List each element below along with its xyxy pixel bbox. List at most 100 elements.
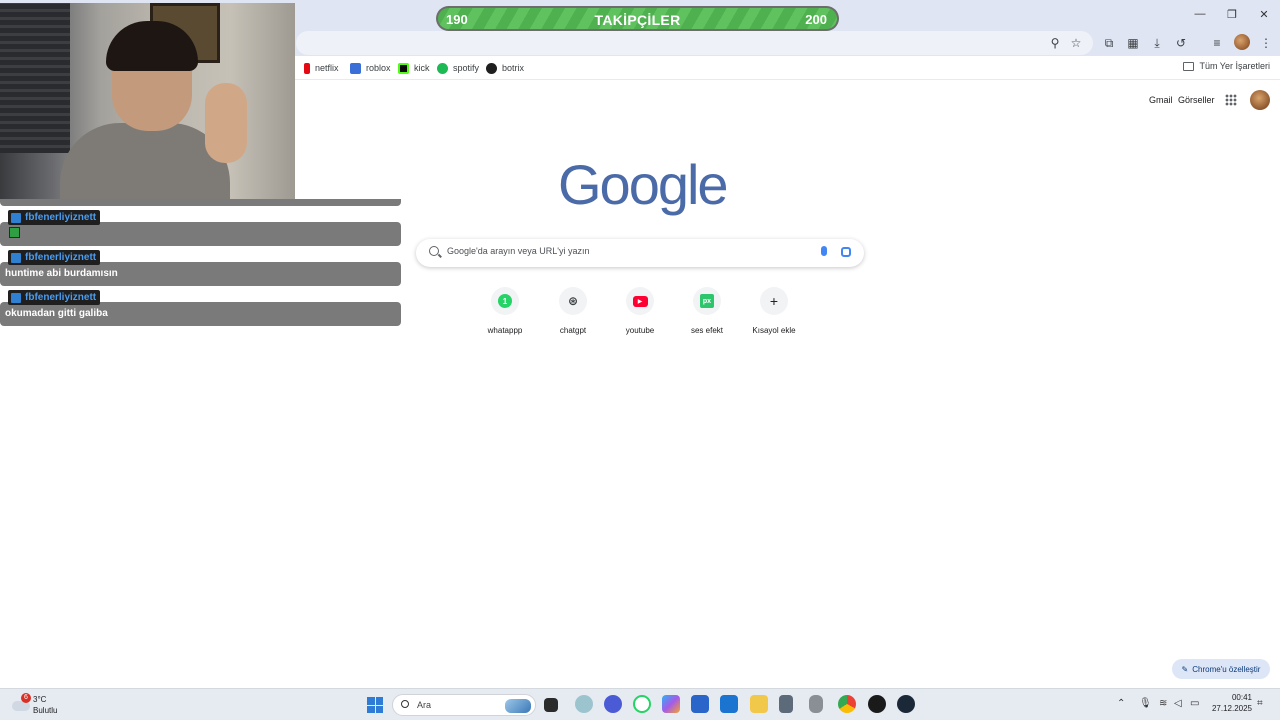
chat-message-text: huntime abi burdamısın	[5, 268, 118, 279]
bookmark-kick[interactable]: kick	[398, 61, 430, 75]
taskbar-search-placeholder: Ara	[417, 700, 432, 710]
gmail-link[interactable]: Gmail	[1149, 95, 1173, 105]
chrome-app-icon[interactable]	[838, 695, 856, 713]
chat-username-tag: fbfenerliyiznett	[8, 210, 101, 225]
images-link[interactable]: Görseller	[1178, 95, 1215, 105]
search-input[interactable]	[447, 246, 807, 256]
notification-badge: 6	[21, 693, 31, 703]
clock-date[interactable]: 27.12.2025	[1205, 704, 1252, 713]
shortcut-tile: 1	[491, 287, 519, 315]
settings-app-icon[interactable]	[575, 695, 593, 713]
zoom-icon[interactable]: ⚲	[1046, 34, 1064, 52]
steam-app-icon[interactable]	[897, 695, 915, 713]
kick-badge-icon	[11, 292, 21, 303]
chevron-up-icon[interactable]: ⌃	[1117, 698, 1125, 709]
customize-chrome-button[interactable]: ✎ Chrome'u özelleştir	[1172, 659, 1270, 679]
file-explorer-icon[interactable]	[750, 695, 768, 713]
search-highlight-image	[505, 699, 531, 713]
bookmark-star-icon[interactable]: ☆	[1067, 34, 1085, 52]
voice-search-icon[interactable]	[821, 246, 827, 256]
account-avatar[interactable]	[1250, 90, 1270, 110]
add-shortcut-button[interactable]: + Kısayol ekle	[741, 287, 807, 339]
copilot-app-icon[interactable]	[662, 695, 680, 713]
photos-app-icon[interactable]	[720, 695, 738, 713]
address-bar[interactable]	[296, 31, 1093, 55]
bookmark-label: roblox	[366, 63, 391, 73]
download-icon[interactable]: ⤓	[1148, 34, 1166, 52]
chat-message-bg: huntime abi burdamısın	[0, 262, 401, 286]
folder-icon	[1183, 61, 1195, 71]
mouse-app-icon[interactable]	[809, 695, 823, 713]
taskbar-search[interactable]: Ara	[392, 694, 536, 716]
chat-username: fbfenerliyiznett	[25, 292, 97, 303]
google-lens-icon[interactable]	[841, 247, 851, 257]
minimize-button[interactable]: —	[1184, 0, 1216, 28]
taskbar: 6 3°C Bulutlu Ara ⌃ 🎙︎ ≋ ◁ ▭ 00:41 27.12…	[0, 688, 1280, 720]
shortcut-label: youtube	[625, 326, 655, 335]
google-apps-icon[interactable]	[1225, 94, 1237, 106]
history-icon[interactable]: ↺	[1172, 34, 1190, 52]
restore-button[interactable]: ❐	[1216, 0, 1248, 28]
all-bookmarks-label: Tüm Yer İşaretleri	[1199, 61, 1270, 71]
youtube-icon: ▶	[632, 295, 648, 307]
window-blinds	[0, 3, 70, 153]
goal-end-value: 200	[805, 12, 827, 27]
microphone-icon[interactable]: 🎙︎	[1139, 698, 1152, 709]
wifi-icon[interactable]: ≋	[1159, 698, 1167, 709]
chat-username-tag: fbfenerliyiznett	[8, 290, 101, 305]
chat-username: fbfenerliyiznett	[25, 252, 97, 263]
add-icon: +	[769, 293, 779, 309]
spotify-icon	[437, 62, 448, 74]
weather-condition: Bulutlu	[33, 706, 58, 715]
start-button[interactable]	[367, 697, 383, 713]
chat-username-tag: fbfenerliyiznett	[8, 250, 101, 265]
task-view-icon[interactable]	[544, 698, 558, 712]
weather-widget[interactable]: 6 3°C Bulutlu	[12, 693, 72, 717]
bookmark-netflix[interactable]: netflix	[304, 61, 339, 75]
extensions-icon[interactable]: ▦	[1124, 34, 1142, 52]
menu-icon[interactable]: ⋮	[1257, 34, 1275, 52]
all-bookmarks-button[interactable]: Tüm Yer İşaretleri	[1183, 61, 1270, 71]
shortcut-tile: px	[693, 287, 721, 315]
shortcut-tile: ⊛	[559, 287, 587, 315]
bookmark-label: spotify	[453, 63, 480, 73]
discord-app-icon[interactable]	[604, 695, 622, 713]
shortcut-label: whatappp	[487, 326, 523, 335]
botrix-icon	[486, 62, 497, 74]
bookmark-botrix[interactable]: botrix	[486, 61, 524, 75]
shortcut-youtube[interactable]: ▶ youtube	[607, 287, 673, 339]
reading-list-icon[interactable]: ≡	[1208, 34, 1226, 52]
search-box[interactable]	[416, 239, 864, 267]
shortcut-whatsapp[interactable]: 1 whatappp	[472, 287, 538, 339]
calculator-app-icon[interactable]	[779, 695, 793, 713]
search-icon	[401, 700, 409, 708]
bookmark-label: netflix	[315, 63, 339, 73]
shortcut-ses-efekt[interactable]: px ses efekt	[674, 287, 740, 339]
volume-icon[interactable]: ◁	[1174, 698, 1182, 709]
kick-badge-icon	[11, 212, 21, 223]
goal-title: TAKİPÇİLER	[594, 12, 681, 28]
google-logo: Google	[558, 153, 729, 216]
goal-progress-fill: 190 TAKİPÇİLER 200	[438, 8, 837, 29]
notification-icon[interactable]: ⌗	[1257, 698, 1263, 709]
streamer-hand	[205, 83, 247, 163]
whatsapp-app-icon[interactable]	[633, 695, 651, 713]
clock-time[interactable]: 00:41	[1222, 693, 1252, 702]
close-button[interactable]: ✕	[1248, 0, 1280, 28]
kick-badge-icon	[11, 252, 21, 263]
shortcut-label: ses efekt	[690, 326, 723, 335]
store-app-icon[interactable]	[691, 695, 709, 713]
translate-icon[interactable]: ⧉	[1100, 34, 1118, 52]
shortcut-chatgpt[interactable]: ⊛ chatgpt	[540, 287, 606, 339]
chat-message-bg	[0, 199, 401, 206]
obs-app-icon[interactable]	[868, 695, 886, 713]
chat-username: fbfenerliyiznett	[25, 212, 97, 223]
bookmark-roblox[interactable]: roblox	[350, 61, 391, 75]
roblox-icon	[350, 62, 361, 74]
bookmark-label: botrix	[502, 63, 525, 73]
battery-icon[interactable]: ▭	[1190, 698, 1199, 709]
bookmark-spotify[interactable]: spotify	[437, 61, 479, 75]
chat-message-bg	[0, 222, 401, 246]
profile-avatar-icon[interactable]	[1234, 34, 1250, 50]
emote-icon	[9, 227, 20, 238]
